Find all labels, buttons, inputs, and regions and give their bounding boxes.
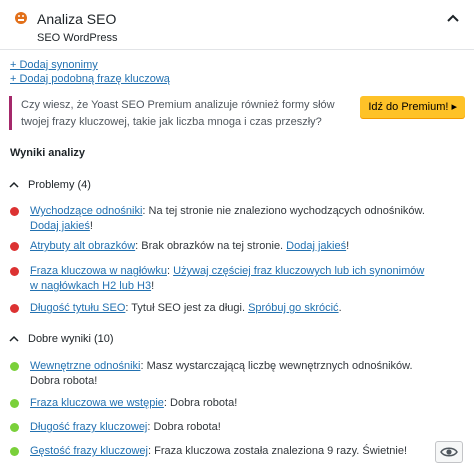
result-action-link[interactable]: Dodaj jakieś [286,240,346,252]
keyphrase-links: + Dodaj synonimy + Dodaj podobną frazę k… [10,59,170,87]
good-result-bullet-icon [10,447,19,456]
problems-label: Problemy (4) [28,179,91,191]
result-action-link[interactable]: Dodaj jakieś [30,220,90,232]
eye-icon [440,447,458,457]
analysis-results-heading: Wyniki analizy [10,147,85,159]
result-action-link[interactable]: Spróbuj go skrócić [248,302,339,314]
result-text: : Na tej stronie nie znaleziono wychodzą… [142,205,425,217]
bad-result-bullet-icon [10,242,19,251]
problems-toggle[interactable]: Problemy (4) [8,179,91,191]
result-link[interactable]: Atrybuty alt obrazków [30,240,135,252]
bad-result-bullet-icon [10,304,19,313]
bad-result-bullet-icon [10,207,19,216]
chevron-up-icon [9,181,19,188]
panel-subtitle: SEO WordPress [37,32,118,44]
seo-analysis-header[interactable]: Analiza SEO SEO WordPress [0,0,474,50]
highlight-toggle-button[interactable] [435,441,463,463]
promo-text: Czy wiesz, że Yoast SEO Premium analizuj… [21,99,335,128]
sad-face-icon [15,12,27,24]
result-text: : Dobra robota! [147,421,221,433]
good-result-bullet-icon [10,423,19,432]
chevron-up-icon [9,335,19,342]
result-link[interactable]: Wewnętrzne odnośniki [30,360,140,372]
result-link[interactable]: Długość tytułu SEO [30,302,125,314]
bad-result-bullet-icon [10,267,19,276]
result-link[interactable]: Fraza kluczowa we wstępie [30,397,164,409]
result-text: : Brak obrazków na tej stronie. [135,240,287,252]
result-link[interactable]: Wychodzące odnośniki [30,205,142,217]
chevron-up-icon[interactable] [446,12,460,24]
add-synonyms-link[interactable]: + Dodaj synonimy [10,59,98,71]
good-results-label: Dobre wyniki (10) [28,333,114,345]
add-related-keyphrase-link[interactable]: + Dodaj podobną frazę kluczową [10,73,170,85]
premium-promo: Czy wiesz, że Yoast SEO Premium analizuj… [9,96,465,130]
result-text: : Fraza kluczowa została znaleziona 9 ra… [147,445,408,457]
good-result-bullet-icon [10,399,19,408]
go-premium-button[interactable]: Idź do Premium! ▸ [360,96,465,118]
good-result-bullet-icon [10,362,19,371]
result-text: : Tytuł SEO jest za długi. [125,302,249,314]
panel-title: Analiza SEO [37,11,117,27]
result-link[interactable]: Fraza kluczowa w nagłówku [30,265,167,277]
result-link[interactable]: Długość frazy kluczowej [30,421,147,433]
good-results-toggle[interactable]: Dobre wyniki (10) [8,333,114,345]
result-text: : Dobra robota! [163,397,238,409]
result-link[interactable]: Gęstość frazy kluczowej [30,445,148,457]
